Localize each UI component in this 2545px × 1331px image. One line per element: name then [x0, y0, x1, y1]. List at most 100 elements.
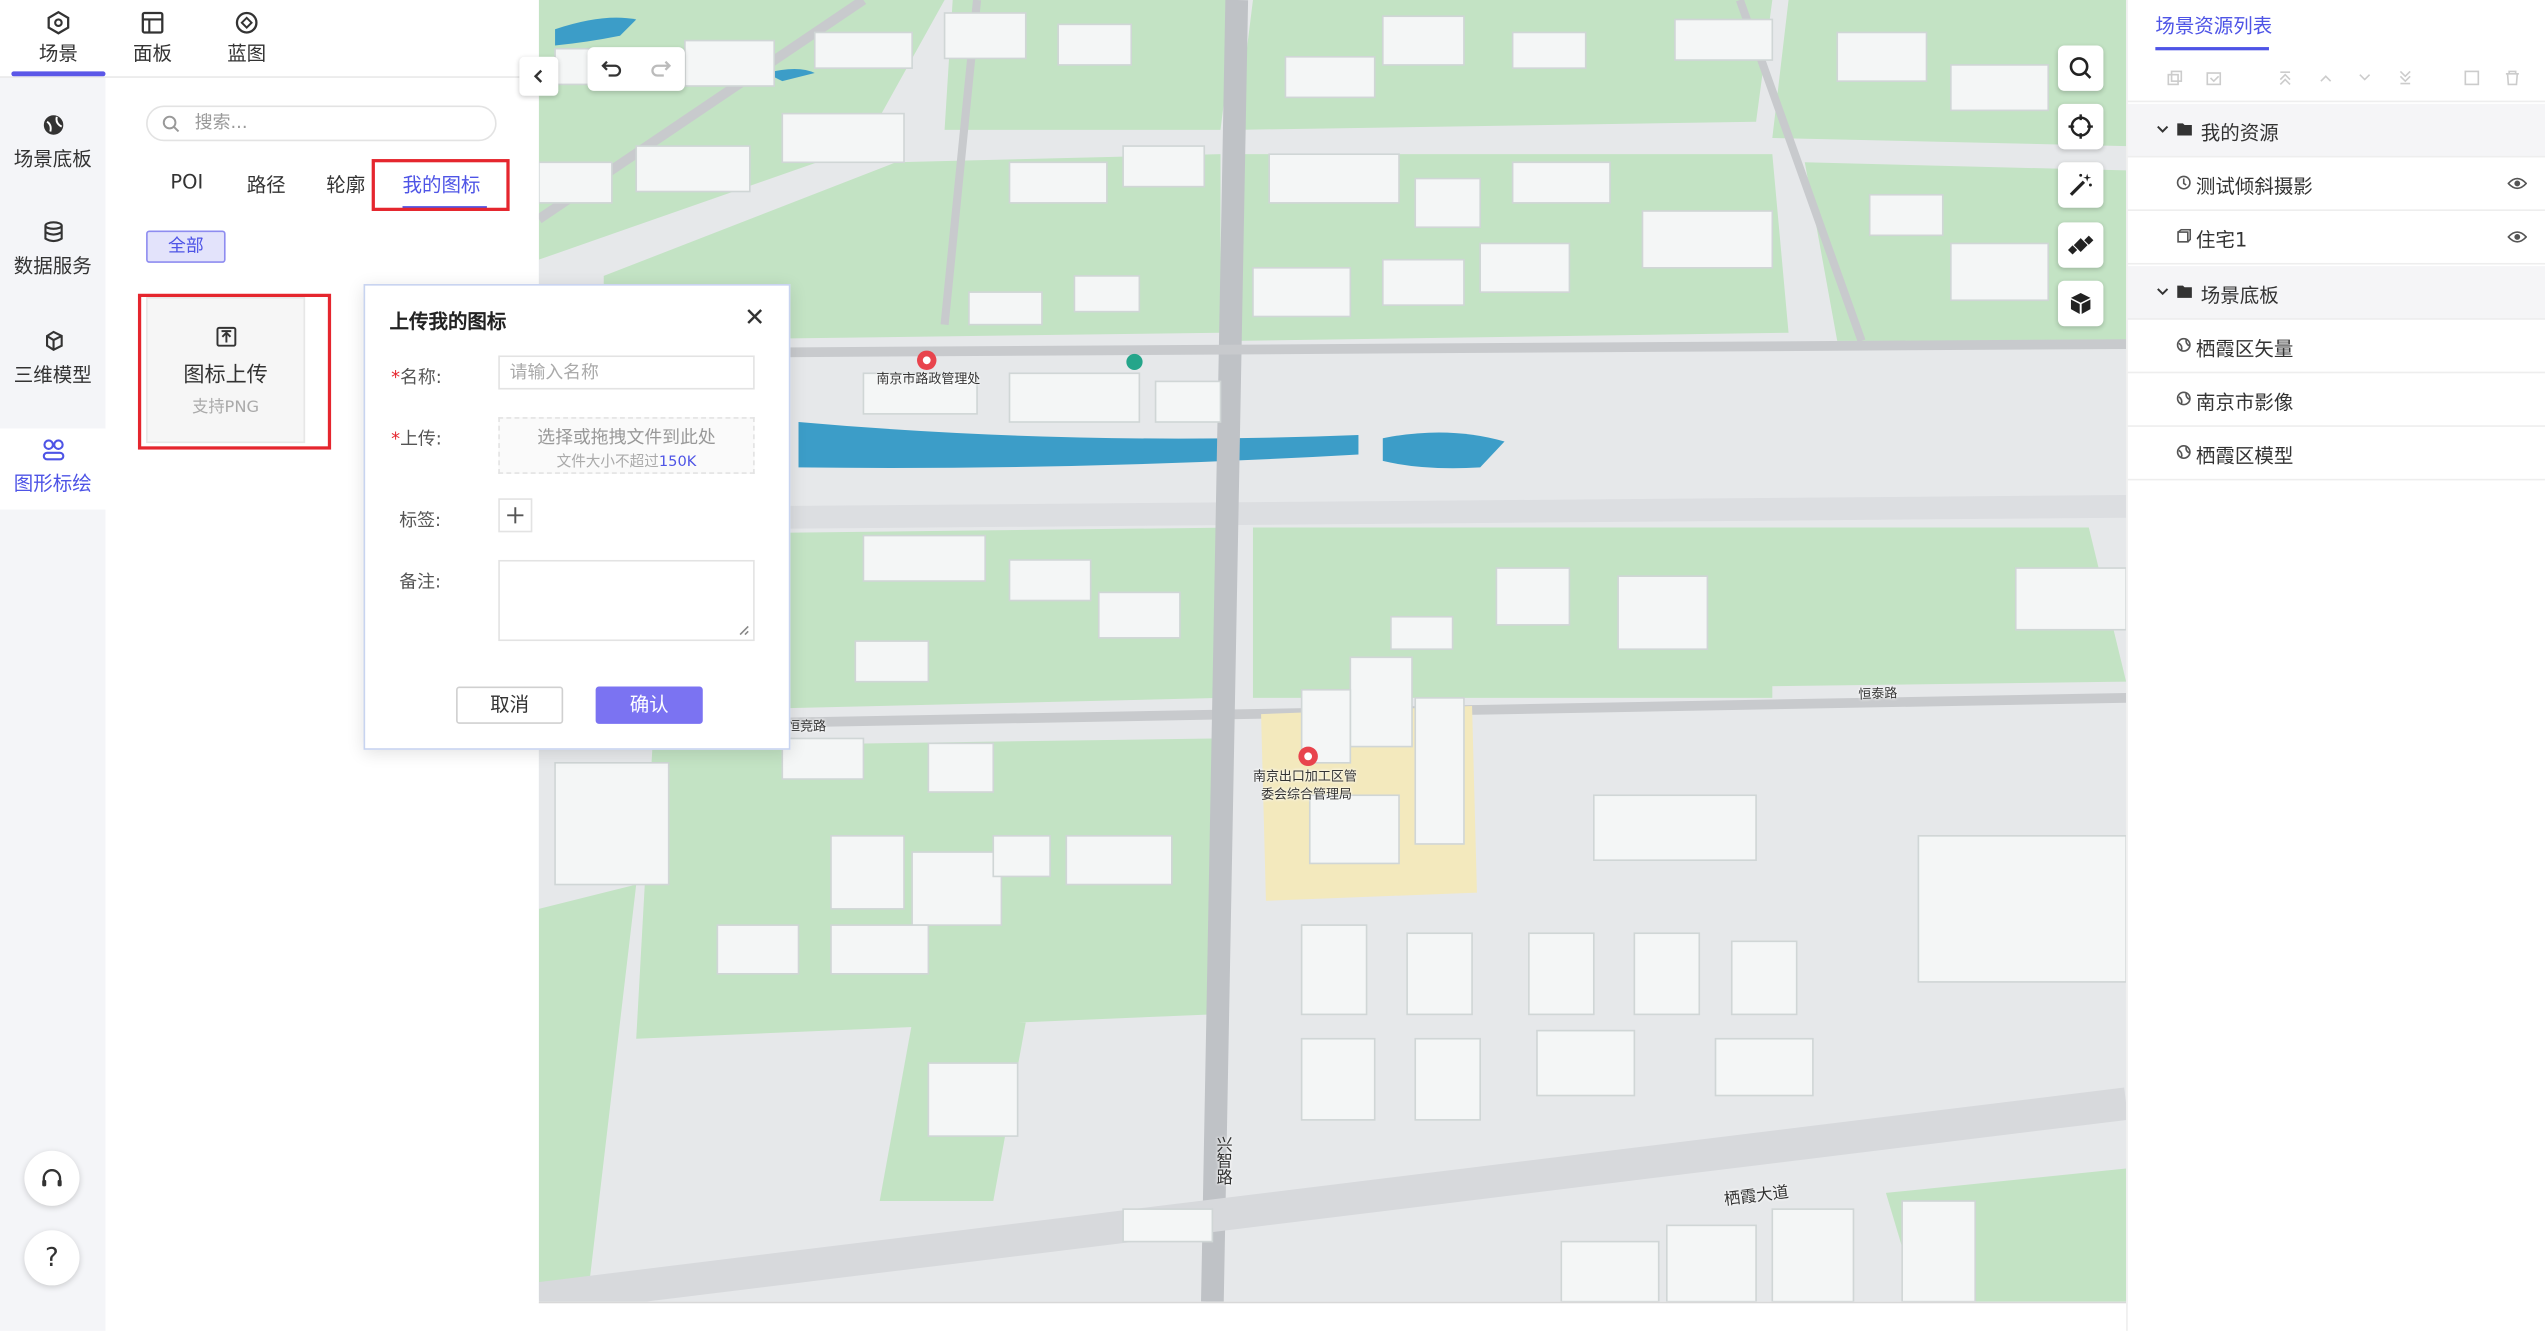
filter-all-button[interactable]: 全部: [146, 230, 226, 263]
blueprint-icon: [235, 11, 258, 34]
name-field-label: *名称:: [391, 364, 442, 390]
resource-item-qixia-vector[interactable]: 栖霞区矢量: [2127, 320, 2545, 374]
support-button[interactable]: [24, 1150, 80, 1206]
move-top-icon[interactable]: [2277, 70, 2293, 86]
required-mark: *: [391, 366, 401, 388]
resource-toolbar: [2127, 54, 2545, 103]
tab-blueprint-label: 蓝图: [227, 42, 267, 65]
rail-item-label: 数据服务: [13, 254, 92, 278]
note-label: 备注:: [399, 571, 441, 593]
search-placeholder: 搜索...: [194, 111, 248, 134]
resource-group-my-resources[interactable]: 我的资源: [2127, 103, 2545, 158]
map-label-zone-mgmt-line1: 南京出口加工区管: [1252, 769, 1357, 784]
left-rail: 场景底板 数据服务 三维模型 图形标绘 ?: [0, 77, 106, 1331]
dialog-close-button[interactable]: [745, 302, 764, 333]
resource-item-oblique-photo[interactable]: 测试倾斜摄影: [2127, 157, 2545, 211]
chevron-left-icon: [533, 69, 543, 83]
note-textarea[interactable]: [498, 559, 755, 642]
rail-item-label: 场景底板: [13, 147, 92, 171]
eye-icon[interactable]: [2507, 229, 2528, 245]
rail-item-graphic-plot[interactable]: 图形标绘: [0, 428, 106, 510]
eye-icon[interactable]: [2507, 175, 2528, 191]
collapse-panel-button[interactable]: [519, 56, 559, 96]
delete-icon[interactable]: [2504, 70, 2520, 86]
category-outline[interactable]: 轮廓: [326, 170, 365, 198]
map-magic-button[interactable]: [2057, 162, 2104, 208]
map-label-hengjing-road: 恒竞路: [787, 718, 827, 734]
layer-icon: [2176, 391, 2191, 406]
resource-item-qixia-model[interactable]: 栖霞区模型: [2127, 427, 2545, 481]
category-poi[interactable]: POI: [170, 170, 203, 193]
category-route[interactable]: 路径: [247, 170, 286, 198]
map-satellite-button[interactable]: [2057, 222, 2104, 268]
map-label-xingzhi-road: 兴智路: [1212, 1136, 1231, 1185]
database-icon: [43, 221, 62, 243]
resource-group-label: 我的资源: [2200, 121, 2279, 145]
paste-icon[interactable]: [2206, 70, 2222, 86]
move-bottom-icon[interactable]: [2397, 70, 2413, 86]
cancel-button[interactable]: 取消: [456, 686, 564, 724]
resource-group-label: 场景底板: [2200, 284, 2279, 307]
active-tab-indicator: [11, 71, 106, 77]
help-button[interactable]: ?: [24, 1230, 80, 1286]
upload-field-label: *上传:: [391, 425, 442, 451]
scene-resource-panel: 场景资源列表 我的资源 测试倾斜摄影 住宅1 场景底板 栖霞区矢量 南京市影像 …: [2126, 0, 2545, 1331]
resource-item-label: 栖霞区模型: [2195, 444, 2294, 468]
rail-item-label: 图形标绘: [13, 472, 92, 496]
magic-wand-icon: [2069, 173, 2092, 196]
satellite-icon: [2067, 235, 2094, 255]
move-down-icon[interactable]: [2357, 70, 2373, 86]
duplicate-icon[interactable]: [2464, 70, 2480, 86]
close-icon: [747, 309, 763, 324]
layer-icon: [2176, 445, 2191, 459]
rail-item-3d-model[interactable]: 三维模型: [0, 329, 105, 417]
file-dropzone[interactable]: 选择或拖拽文件到此处 文件大小不超过150K: [498, 417, 755, 474]
map-3d-button[interactable]: [2057, 280, 2104, 327]
dialog-title: 上传我的图标: [389, 309, 507, 333]
required-mark: *: [391, 428, 401, 450]
tab-blueprint[interactable]: 蓝图: [200, 6, 294, 74]
name-input[interactable]: 请输入名称: [498, 355, 755, 390]
resource-item-nanjing-imagery[interactable]: 南京市影像: [2127, 373, 2545, 427]
map-label-zone-mgmt-line2: 委会综合管理局: [1261, 787, 1352, 802]
dropzone-limit-value: 150K: [658, 454, 697, 471]
name-label-text: 名称:: [400, 366, 442, 388]
map-label-road-mgmt: 南京市路政管理处: [876, 371, 981, 387]
upload-icon-dialog: 上传我的图标 *名称: 请输入名称 *上传: 选择或拖拽文件到此处 文件大小不超…: [363, 284, 791, 750]
confirm-button[interactable]: 确认: [595, 686, 703, 724]
resource-item-label: 南京市影像: [2195, 391, 2294, 414]
tab-panel[interactable]: 面板: [105, 6, 199, 74]
map-search-button[interactable]: [2057, 45, 2104, 91]
undo-icon[interactable]: [601, 57, 624, 80]
resource-panel-title[interactable]: 场景资源列表: [2155, 11, 2272, 39]
map-locate-button[interactable]: [2057, 103, 2104, 150]
dropzone-text: 选择或拖拽文件到此处: [537, 426, 716, 448]
folder-icon: [2177, 123, 2192, 136]
resource-group-scene-base[interactable]: 场景底板: [2127, 266, 2545, 320]
undo-redo-group: [587, 47, 685, 91]
tab-scene[interactable]: 场景: [11, 6, 105, 74]
resource-item-label: 栖霞区矢量: [2195, 337, 2294, 361]
oblique-photo-icon: [2176, 175, 2191, 190]
resource-item-label: 住宅1: [2195, 228, 2248, 252]
help-icon: ?: [45, 1241, 59, 1273]
tag-label: 标签:: [399, 509, 441, 531]
resize-handle-icon: [739, 625, 749, 636]
scene-icon: [47, 10, 70, 35]
tab-panel-label: 面板: [133, 42, 173, 65]
copy-icon[interactable]: [2167, 70, 2183, 86]
shapes-icon: [41, 439, 64, 461]
resource-item-residence[interactable]: 住宅1: [2127, 211, 2545, 265]
dropzone-limit: 文件大小不超过150K: [500, 450, 753, 471]
add-tag-button[interactable]: [498, 498, 533, 533]
rail-item-label: 三维模型: [13, 363, 92, 387]
redo-icon[interactable]: [649, 57, 672, 80]
folder-icon: [2177, 285, 2192, 298]
rail-item-scene-base[interactable]: 场景底板: [0, 114, 105, 202]
panel-icon: [141, 11, 164, 34]
map-status-bar: [538, 1301, 2127, 1331]
name-placeholder: 请输入名称: [509, 361, 599, 384]
rail-item-data-service[interactable]: 数据服务: [0, 221, 105, 309]
search-input[interactable]: 搜索...: [146, 105, 497, 142]
move-up-icon[interactable]: [2318, 70, 2334, 86]
